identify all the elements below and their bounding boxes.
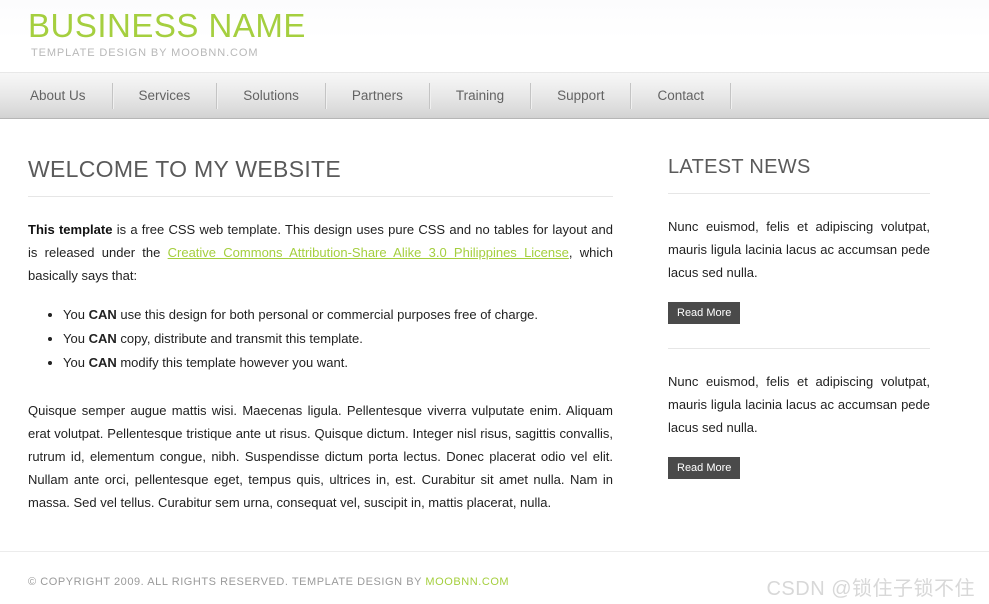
nav-link-partners[interactable]: Partners — [326, 83, 429, 109]
lorem-paragraph: Quisque semper augue mattis wisi. Maecen… — [28, 403, 613, 510]
news-text: Nunc euismod, felis et adipiscing volutp… — [668, 219, 930, 280]
csdn-watermark: CSDN @锁住子锁不住 — [766, 578, 975, 600]
nav-item-about-us[interactable]: About Us — [12, 82, 113, 109]
nav-item-services[interactable]: Services — [113, 82, 218, 109]
news-item: Nunc euismod, felis et adipiscing volutp… — [668, 215, 930, 324]
bullet-strong: CAN — [88, 307, 117, 322]
list-item: You CAN copy, distribute and transmit th… — [63, 327, 613, 351]
read-more-button[interactable]: Read More — [668, 457, 741, 479]
bullet-post: copy, distribute and transmit this templ… — [116, 331, 363, 346]
footer-credit-link[interactable]: MOOBNN.COM — [425, 576, 509, 588]
nav-item-contact[interactable]: Contact — [631, 82, 731, 109]
news-item: Nunc euismod, felis et adipiscing volutp… — [668, 370, 930, 479]
nav-link-solutions[interactable]: Solutions — [217, 83, 325, 109]
list-item: You CAN use this design for both persona… — [63, 303, 613, 327]
news-text: Nunc euismod, felis et adipiscing volutp… — [668, 374, 930, 435]
news-divider — [668, 348, 930, 349]
sidebar-column: LATEST NEWS Nunc euismod, felis et adipi… — [668, 155, 930, 551]
license-link[interactable]: Creative Commons Attribution-Share Alike… — [168, 245, 569, 260]
intro-lead: This template — [28, 222, 113, 237]
bullet-pre: You — [63, 307, 89, 322]
site-title: BUSINESS NAME — [28, 7, 306, 44]
page-title: WELCOME TO MY WEBSITE — [28, 156, 342, 182]
permissions-list: You CAN use this design for both persona… — [28, 303, 613, 375]
bullet-post: use this design for both personal or com… — [116, 307, 539, 322]
bullet-strong: CAN — [88, 355, 117, 370]
main-column: WELCOME TO MY WEBSITE This template is a… — [28, 155, 613, 551]
copyright-text: © COPYRIGHT 2009. ALL RIGHTS RESERVED. T… — [28, 576, 426, 588]
nav-list: About Us Services Solutions Partners Tra… — [0, 73, 989, 118]
footer-copyright: © COPYRIGHT 2009. ALL RIGHTS RESERVED. T… — [28, 576, 509, 588]
nav-link-support[interactable]: Support — [531, 83, 630, 109]
nav-link-about-us[interactable]: About Us — [12, 83, 112, 109]
nav-item-training[interactable]: Training — [430, 82, 532, 109]
bullet-pre: You — [63, 331, 89, 346]
nav-link-contact[interactable]: Contact — [631, 83, 730, 109]
title-divider — [28, 196, 613, 197]
site-header: BUSINESS NAME TEMPLATE DESIGN BY MOOBNN.… — [0, 0, 989, 72]
logo-block[interactable]: BUSINESS NAME TEMPLATE DESIGN BY MOOBNN.… — [28, 8, 306, 60]
bullet-pre: You — [63, 355, 89, 370]
bullet-post: modify this template however you want. — [116, 355, 348, 370]
sidebar-title-divider — [668, 193, 930, 194]
nav-item-solutions[interactable]: Solutions — [217, 82, 326, 109]
read-more-button[interactable]: Read More — [668, 302, 741, 324]
nav-link-services[interactable]: Services — [113, 83, 217, 109]
nav-link-training[interactable]: Training — [430, 83, 530, 109]
bullet-strong: CAN — [88, 331, 117, 346]
site-tagline: TEMPLATE DESIGN BY MOOBNN.COM — [31, 47, 259, 59]
site-footer: © COPYRIGHT 2009. ALL RIGHTS RESERVED. T… — [0, 551, 989, 604]
nav-item-partners[interactable]: Partners — [326, 82, 430, 109]
content-area: WELCOME TO MY WEBSITE This template is a… — [0, 119, 989, 551]
sidebar-title: LATEST NEWS — [668, 156, 811, 178]
intro-paragraph: This template is a free CSS web template… — [28, 218, 613, 287]
nav-item-support[interactable]: Support — [531, 82, 632, 109]
main-navigation: About Us Services Solutions Partners Tra… — [0, 72, 989, 119]
list-item: You CAN modify this template however you… — [63, 351, 613, 375]
